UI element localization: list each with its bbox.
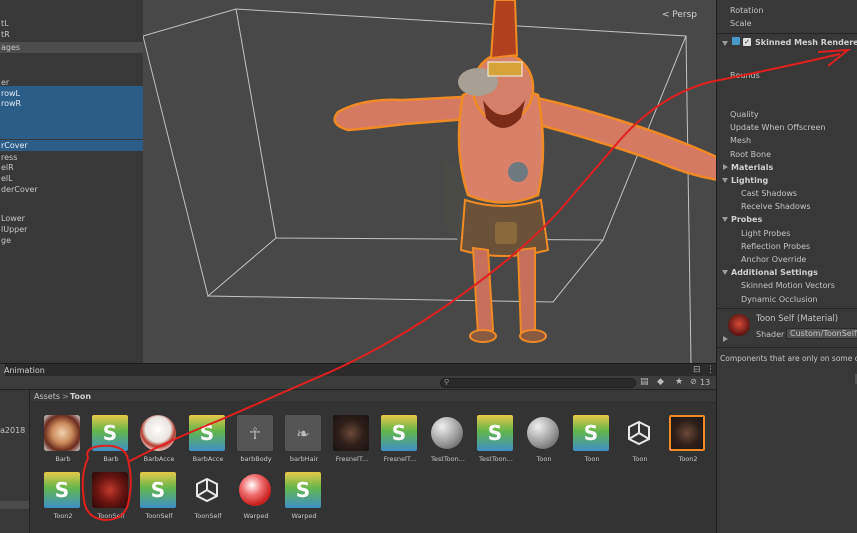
annotation-circle xyxy=(81,444,132,522)
annotation-overlay xyxy=(81,48,852,522)
annotation-arrow-line xyxy=(127,53,841,463)
